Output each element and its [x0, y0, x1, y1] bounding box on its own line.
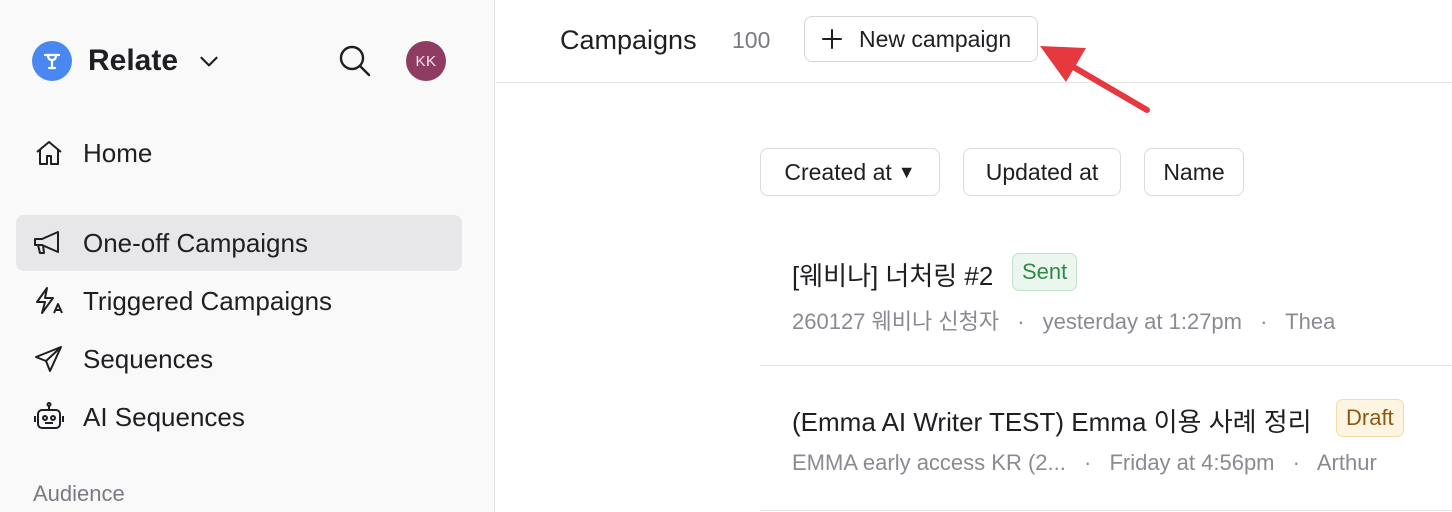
status-badge: Draft — [1336, 399, 1404, 437]
campaign-meta: 260127 웨비나 신청자 · yesterday at 1:27pm · T… — [792, 304, 1335, 336]
sidebar-item-sequences[interactable]: Sequences — [16, 331, 462, 387]
sort-updated-label: Updated at — [985, 158, 1099, 185]
sort-created-label: Created at — [784, 158, 892, 185]
sort-created-at-button[interactable]: Created at ▼ — [760, 148, 940, 196]
chevron-down-icon[interactable] — [196, 48, 222, 74]
robot-icon — [32, 400, 66, 434]
campaign-row[interactable]: (Emma AI Writer TEST) Emma 이용 사례 정리 Draf… — [760, 384, 1452, 510]
campaign-count: 100 — [732, 27, 771, 53]
home-icon — [32, 136, 66, 170]
campaign-title: [웨비나] 너처링 #2 — [792, 261, 994, 291]
campaign-owner: Arthur — [1316, 450, 1377, 475]
avatar[interactable]: KK — [406, 41, 446, 81]
sort-desc-icon: ▼ — [897, 161, 916, 182]
sidebar-item-one-off-campaigns[interactable]: One-off Campaigns — [16, 215, 462, 271]
sidebar: Relate KK Home One-off Campaigns Trigger… — [0, 0, 495, 512]
campaign-owner: Thea — [1285, 309, 1336, 334]
plus-icon — [822, 29, 842, 49]
status-badge: Sent — [1012, 253, 1078, 291]
sidebar-item-home[interactable]: Home — [16, 125, 462, 181]
campaign-audience: EMMA early access KR (2... — [792, 450, 1066, 475]
page-header: Campaigns 100 New campaign — [496, 0, 1452, 83]
page-title: Campaigns — [560, 25, 697, 55]
main-content: Campaigns 100 New campaign Created at ▼ … — [496, 0, 1452, 512]
sidebar-item-label: AI Sequences — [83, 401, 245, 432]
sidebar-item-triggered-campaigns[interactable]: Triggered Campaigns — [16, 273, 462, 329]
sort-updated-at-button[interactable]: Updated at — [963, 148, 1121, 196]
meta-separator: · — [1292, 450, 1300, 475]
row-divider — [760, 365, 1452, 366]
sidebar-item-label: Home — [83, 137, 153, 168]
new-campaign-label: New campaign — [859, 26, 1012, 52]
campaign-audience: 260127 웨비나 신청자 — [792, 309, 1000, 334]
sidebar-item-label: Triggered Campaigns — [83, 285, 333, 316]
annotation-arrow-icon — [1040, 46, 1150, 113]
meta-separator: · — [1017, 309, 1025, 334]
campaign-title: (Emma AI Writer TEST) Emma 이용 사례 정리 — [792, 407, 1312, 437]
meta-separator: · — [1083, 450, 1092, 475]
app-root: Relate KK Home One-off Campaigns Trigger… — [0, 0, 1452, 512]
campaign-meta: EMMA early access KR (2... · Friday at 4… — [792, 450, 1377, 476]
sidebar-item-label: One-off Campaigns — [83, 227, 308, 258]
sidebar-item-label: Sequences — [83, 343, 214, 374]
campaign-time: yesterday at 1:27pm — [1042, 309, 1242, 334]
workspace-logo-icon[interactable] — [32, 41, 72, 81]
new-campaign-button[interactable]: New campaign — [804, 16, 1038, 62]
sort-name-button[interactable]: Name — [1144, 148, 1244, 196]
sidebar-item-ai-sequences[interactable]: AI Sequences — [16, 389, 462, 445]
paper-plane-icon — [32, 342, 66, 376]
sort-name-label: Name — [1163, 158, 1225, 185]
section-label-audience: Audience — [33, 481, 125, 506]
megaphone-icon — [32, 226, 66, 260]
campaign-row[interactable]: [웨비나] 너처링 #2 Sent 260127 웨비나 신청자 · yeste… — [760, 238, 1452, 364]
search-icon[interactable] — [334, 40, 374, 80]
bolt-icon — [32, 284, 66, 318]
workspace-name[interactable]: Relate — [88, 42, 178, 80]
campaign-time: Friday at 4:56pm — [1109, 450, 1275, 475]
row-divider — [760, 510, 1452, 511]
meta-separator: · — [1260, 309, 1268, 334]
